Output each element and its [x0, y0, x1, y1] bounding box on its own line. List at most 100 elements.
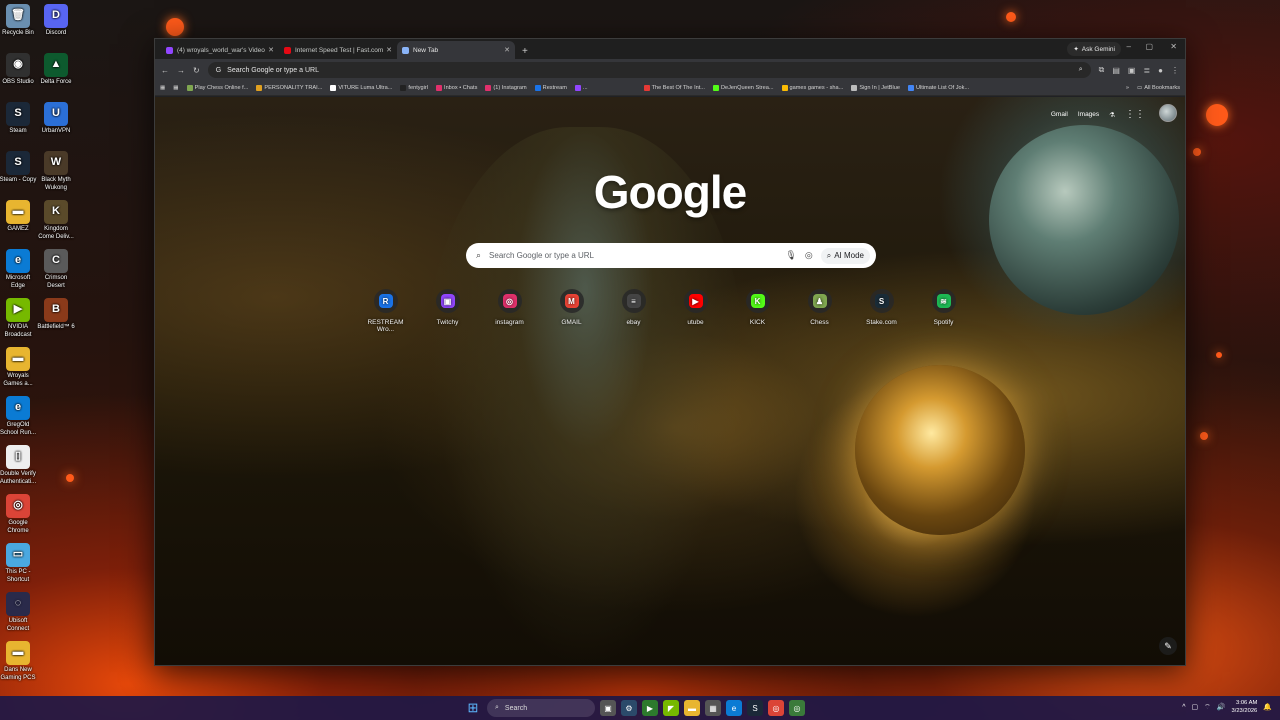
customize-chrome-pencil-icon[interactable]: ✎ [1159, 637, 1177, 655]
clock[interactable]: 3:06 AM 3/23/2026 [1231, 699, 1257, 715]
shortcut-tile[interactable]: ≋ Spotify [921, 289, 966, 333]
shortcut-tile[interactable]: ▣ Twitchy [425, 289, 470, 333]
steam-taskbar-icon[interactable]: S [747, 700, 763, 716]
taskbar-search[interactable]: ⌕ Search [487, 699, 595, 717]
desktop-icon[interactable]: e Microsoft Edge [0, 249, 38, 290]
close-tab-icon[interactable]: ✕ [268, 46, 274, 54]
bookmark-item[interactable]: Ultimate List Of Jok... [907, 85, 969, 91]
desktop-icon[interactable]: U UrbanVPN [36, 102, 76, 136]
labs-icon[interactable]: ⚗ [1109, 111, 1115, 119]
tray-app-icon[interactable]: ▢ [1192, 703, 1199, 711]
desktop-icon[interactable]: ▯ Double Verify Authenticati... [0, 445, 38, 486]
ask-gemini-button[interactable]: ✦ Ask Gemini [1067, 42, 1121, 56]
close-tab-icon[interactable]: ✕ [504, 46, 510, 54]
bookmark-item[interactable]: Play Chess Online f... [186, 85, 248, 91]
browser-tab[interactable]: Internet Speed Test | Fast.com ✕ [279, 41, 397, 59]
bookmark-item[interactable]: VITURE Luma Ultra... [330, 85, 392, 91]
xbox-game-bar-icon[interactable]: ▶ [642, 700, 658, 716]
task-view-icon[interactable]: ▣ [600, 700, 616, 716]
more-bookmarks-icon[interactable]: » [1126, 85, 1129, 91]
lens-icon[interactable]: ◎ [805, 250, 813, 261]
browser-tab[interactable]: (4) wroyals_world_war's Video... ✕ [161, 41, 279, 59]
ntp-search-box[interactable]: ⌕ Search Google or type a URL 🎙 ◎ ⌕ AI M… [466, 243, 876, 268]
store-icon[interactable]: ▦ [705, 700, 721, 716]
shortcut-tile[interactable]: K KICK [735, 289, 780, 333]
account-avatar[interactable] [1159, 104, 1177, 122]
tab-search-icon[interactable]: ▣ [1128, 66, 1136, 75]
close-tab-icon[interactable]: ✕ [386, 46, 392, 54]
microphone-icon[interactable]: 🎙 [785, 250, 796, 261]
bookmark-item[interactable]: fentygirl [400, 85, 428, 91]
omnibox[interactable]: G Search Google or type a URL ⌕ [207, 62, 1091, 78]
clock-time: 3:06 AM [1236, 700, 1258, 706]
ubisoft-icon: ◌ [6, 592, 30, 616]
desktop-icon[interactable]: W Black Myth Wukong [36, 151, 76, 192]
desktop-icon[interactable]: ▬ GAMEZ [0, 200, 38, 234]
bookmark-item[interactable]: Restream [534, 85, 567, 91]
forward-icon[interactable]: → [177, 66, 185, 75]
extensions-icon[interactable]: ⧉ [1099, 65, 1105, 75]
desktop-icon[interactable]: ◉ OBS Studio [0, 53, 38, 87]
desktop-icon[interactable]: ▬ Wroyals Games a... [0, 347, 38, 388]
desktop-icon[interactable]: 🗑 Recycle Bin [0, 4, 38, 38]
windows-start-icon[interactable]: ⊞ [464, 700, 482, 716]
chrome-alt-taskbar-icon[interactable]: ◎ [789, 700, 805, 716]
ai-mode-button[interactable]: ⌕ AI Mode [820, 247, 870, 264]
desktop-icon[interactable]: ▲ Delta Force [36, 53, 76, 87]
desktop-icon[interactable]: ◌ Ubisoft Connect [0, 592, 38, 633]
lens-search-icon[interactable]: ⌕ [1079, 66, 1083, 74]
shortcut-tile[interactable]: ◎ instagram [487, 289, 532, 333]
desktop-icon[interactable]: ▶ NVIDIA Broadcast [0, 298, 38, 339]
all-bookmarks-button[interactable]: ▭ All Bookmarks [1137, 85, 1180, 91]
desktop-icon[interactable]: ▬ Dans New Gaming PCS [0, 641, 38, 682]
shortcut-tile[interactable]: ♟ Chess [797, 289, 842, 333]
desktop-icon[interactable]: ◎ Google Chrome [0, 494, 38, 535]
desktop-icon[interactable]: D Discord [36, 4, 76, 38]
gmail-link[interactable]: Gmail [1051, 111, 1068, 118]
desktop-icon[interactable]: K Kingdom Come Deliv... [36, 200, 76, 241]
shortcut-tile[interactable]: R RESTREAM Wro... [363, 289, 408, 333]
chrome-taskbar-icon[interactable]: ◎ [768, 700, 784, 716]
desktop-icon[interactable]: S Steam - Copy [0, 151, 38, 185]
notifications-icon[interactable]: 🔔 [1263, 703, 1272, 711]
back-icon[interactable]: ← [161, 66, 169, 75]
desktop-icon[interactable]: ▭ This PC - Shortcut [0, 543, 38, 584]
bookmark-item[interactable]: PERSONALITY TRAI... [256, 85, 322, 91]
media-controls-icon[interactable]: ≣ [1143, 66, 1150, 75]
browser-tab[interactable]: New Tab ✕ [397, 41, 515, 59]
close-window-icon[interactable]: ✕ [1170, 42, 1177, 51]
reload-icon[interactable]: ↻ [193, 66, 200, 75]
bookmark-item[interactable]: Sign In | JetBlue [851, 85, 900, 91]
maximize-icon[interactable]: ▢ [1145, 42, 1153, 51]
bookmark-item[interactable]: ... [574, 85, 588, 91]
bookmark-item[interactable]: DeJenQueen Strea... [712, 85, 774, 91]
side-panel-icon[interactable]: ▤ [1112, 66, 1120, 75]
shortcut-tile[interactable]: M GMAIL [549, 289, 594, 333]
shortcut-tile[interactable]: ▶ utube [673, 289, 718, 333]
desktop-icon[interactable]: C Crimson Desert [36, 249, 76, 290]
desktop-icon[interactable]: e GregOld School Run... [0, 396, 38, 437]
bookmark-item[interactable]: games games - sha... [781, 85, 843, 91]
google-apps-icon[interactable]: ⋮⋮ [1125, 109, 1145, 120]
tray-overflow-icon[interactable]: ^ [1182, 704, 1185, 711]
minimize-icon[interactable]: – [1127, 42, 1131, 51]
file-explorer-icon[interactable]: ▬ [684, 700, 700, 716]
nvidia-icon[interactable]: ◤ [663, 700, 679, 716]
images-link[interactable]: Images [1078, 111, 1099, 118]
bookmark-item[interactable]: Inbox • Chats [436, 85, 477, 91]
desktop-icon[interactable]: S Steam [0, 102, 38, 136]
edge-taskbar-icon[interactable]: e [726, 700, 742, 716]
bookmark-icon[interactable]: ▦ [173, 85, 178, 91]
profile-toolbar-icon[interactable]: ● [1158, 66, 1163, 75]
menu-icon[interactable]: ⋮ [1171, 66, 1179, 75]
settings-icon[interactable]: ⚙ [621, 700, 637, 716]
new-tab-button[interactable]: + [515, 46, 535, 59]
wifi-icon[interactable]: ⌔ [1204, 703, 1211, 712]
apps-shortcut-icon[interactable]: ▦ [160, 85, 165, 91]
volume-icon[interactable]: 🔊 [1217, 703, 1226, 711]
bookmark-item[interactable]: (1) Instagram [485, 85, 527, 91]
bookmark-item[interactable]: The Best Of The Int... [643, 85, 705, 91]
desktop-icon[interactable]: B Battlefield™ 6 [36, 298, 76, 332]
shortcut-tile[interactable]: S Stake.com [859, 289, 904, 333]
shortcut-tile[interactable]: ≡ ebay [611, 289, 656, 333]
